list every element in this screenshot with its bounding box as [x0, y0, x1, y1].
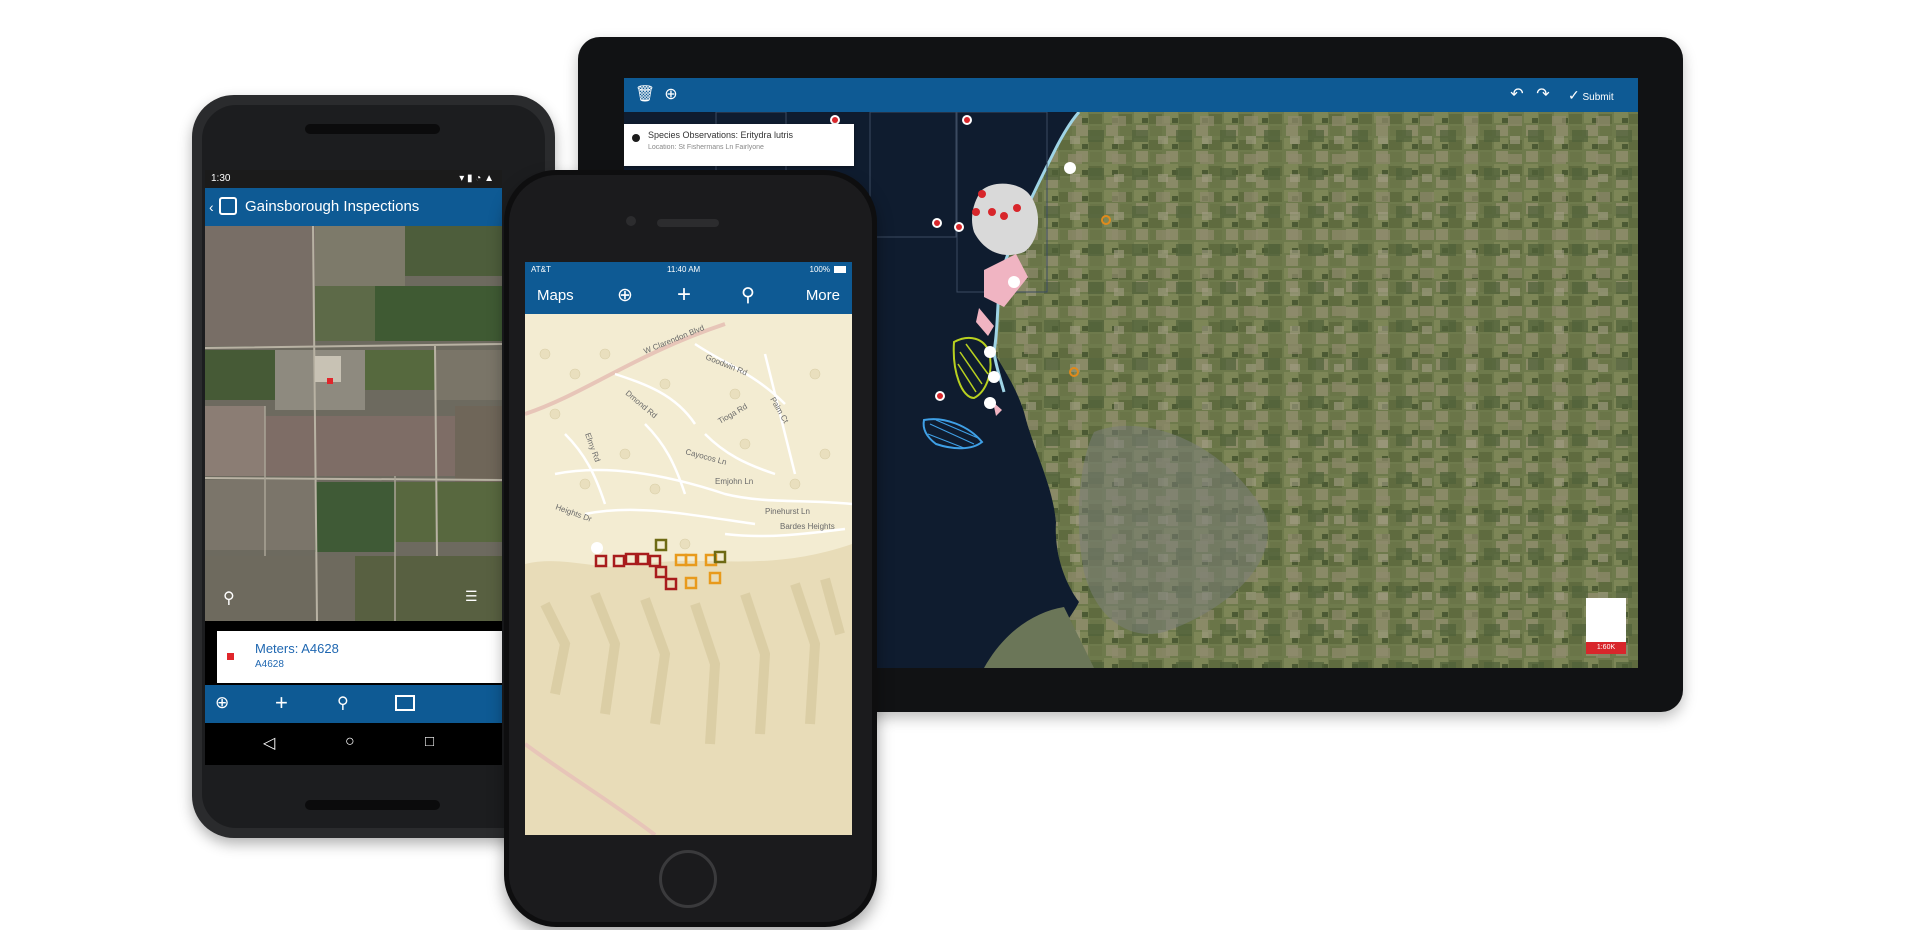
map-icon[interactable]	[395, 695, 415, 711]
submit-button[interactable]: ✓ Submit	[1568, 78, 1614, 115]
carrier-label: AT&T	[531, 265, 551, 274]
battery-icon	[834, 266, 846, 273]
iphone-nav-bar: Maps ⊕ + ⚲ More	[525, 278, 852, 314]
android-app-bar: ‹ Gainsborough Inspections	[205, 188, 502, 226]
meter-icon	[227, 653, 234, 660]
locate-icon[interactable]: ⊕	[658, 78, 684, 112]
trash-icon[interactable]: 🗑	[632, 78, 658, 112]
add-icon[interactable]: +	[677, 281, 691, 309]
map-thumbnail[interactable]	[1586, 598, 1626, 642]
app-title: Gainsborough Inspections	[245, 198, 420, 215]
android-map[interactable]: ⚲ ☰	[205, 226, 502, 621]
android-screen: 1:30 ▾ ▮ ◔ ▲ ‹ Gainsborough Inspections	[205, 170, 502, 765]
feature-card[interactable]: Meters: A4628 A4628	[217, 631, 502, 683]
card-subtitle: A4628	[255, 659, 284, 670]
search-icon[interactable]: ⚲	[337, 693, 349, 713]
status-icons: ▾ ▮ ◔ ▲	[459, 173, 494, 184]
iphone-status-bar: AT&T 11:40 AM 100%	[525, 262, 852, 278]
home-icon[interactable]: ○	[345, 733, 355, 751]
callout-title: Species Observations: Eritydra lutris	[648, 130, 794, 140]
locate-icon[interactable]: ⊕	[215, 693, 229, 713]
status-time: 1:30	[211, 173, 231, 184]
undo-icon[interactable]: ↶	[1504, 78, 1530, 112]
list-icon[interactable]: ☰	[465, 588, 478, 605]
redo-icon[interactable]: ↷	[1530, 78, 1556, 112]
search-icon[interactable]: ⚲	[741, 284, 755, 307]
iphone-camera	[626, 216, 636, 226]
species-icon	[632, 134, 640, 142]
street-label: Bardes Heights	[780, 522, 835, 531]
locate-icon[interactable]: ⊕	[617, 284, 633, 307]
android-speaker-top	[305, 124, 440, 134]
card-title: Meters: A4628	[255, 641, 339, 656]
app-icon	[219, 197, 237, 215]
android-toolbar: ⊕ + ⚲	[205, 685, 502, 723]
android-map-canvas	[205, 226, 502, 621]
home-button[interactable]	[659, 850, 717, 908]
add-icon[interactable]: +	[275, 690, 288, 716]
location-pin-icon[interactable]: ⚲	[223, 588, 235, 608]
back-arrow-icon[interactable]: ‹	[209, 188, 214, 226]
battery-label: 100%	[809, 265, 830, 274]
recents-icon[interactable]: □	[425, 733, 434, 750]
android-nav-bar: ◁ ○ □	[205, 723, 502, 765]
street-label: Emjohn Ln	[715, 477, 753, 486]
back-icon[interactable]: ◁	[263, 733, 275, 753]
android-speaker-bottom	[305, 800, 440, 810]
maps-button[interactable]: Maps	[537, 287, 574, 304]
iphone-map[interactable]: W Clarendon Blvd Goodwin Rd Cayocos Ln E…	[525, 314, 852, 835]
iphone-speaker	[657, 219, 719, 227]
submit-label: Submit	[1582, 92, 1614, 103]
popup-callout[interactable]: Species Observations: Eritydra lutris Lo…	[624, 124, 854, 166]
iphone-screen: AT&T 11:40 AM 100% Maps ⊕ + ⚲ More W Cla…	[525, 262, 852, 835]
check-icon: ✓	[1568, 87, 1580, 103]
time-label: 11:40 AM	[667, 265, 701, 274]
more-button[interactable]: More	[806, 287, 840, 304]
scale-label: 1:60K	[1586, 642, 1626, 654]
android-status-bar: 1:30 ▾ ▮ ◔ ▲	[205, 170, 502, 188]
tablet-toolbar: 🗑 ⊕ ↶ ↷ ✓ Submit	[624, 78, 1638, 112]
iphone-map-canvas: W Clarendon Blvd Goodwin Rd Cayocos Ln E…	[525, 314, 852, 835]
street-label: Pinehurst Ln	[765, 507, 810, 516]
callout-subtitle: Location: St Fishermans Ln Fairlyone	[648, 144, 764, 151]
